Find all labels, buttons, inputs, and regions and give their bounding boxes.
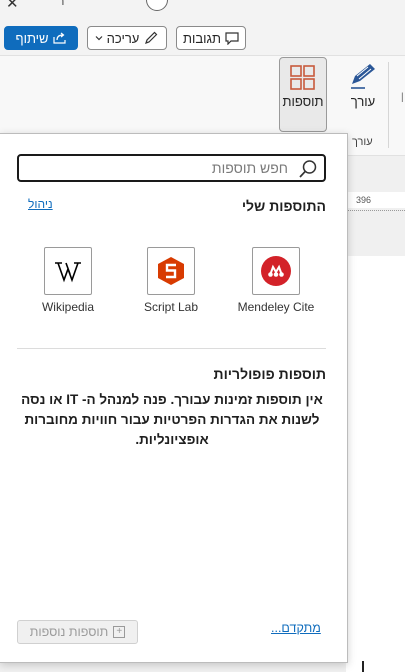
wikipedia-icon (55, 262, 81, 283)
search-placeholder: חפש תוספות (211, 160, 288, 176)
manage-addins-link[interactable]: ניהול (28, 197, 53, 211)
close-icon[interactable]: ✕ (6, 0, 19, 12)
addin-caption-wikipedia: Wikipedia (41, 300, 95, 314)
avatar[interactable] (146, 0, 168, 11)
share-label: שיתוף (15, 30, 49, 46)
addins-grid-icon (290, 65, 315, 90)
share-icon (52, 32, 66, 44)
title-bar: ✕ ר (0, 0, 405, 20)
more-addins-button[interactable]: + תוספות נוספות (17, 620, 138, 644)
search-icon (299, 160, 317, 178)
editor-button-label: עורך (350, 94, 376, 109)
ribbon-separator (388, 62, 389, 148)
ruler: 396 (346, 192, 405, 211)
addins-pane: חפש תוספות התוספות שלי ניהול Mendeley Ci… (0, 133, 348, 663)
addin-caption-script-lab: Script Lab (143, 300, 199, 314)
more-addins-label: תוספות נוספות (29, 625, 109, 639)
chevron-down-icon (95, 36, 103, 41)
text-cursor (362, 661, 364, 672)
share-button[interactable]: שיתוף (4, 26, 78, 50)
plus-icon: + (113, 626, 126, 638)
editing-mode-button[interactable]: עריכה (87, 26, 167, 50)
popular-addins-title: תוספות פופולריות (213, 366, 326, 382)
script-lab-icon (158, 257, 184, 285)
addin-tile-wikipedia[interactable] (44, 247, 92, 295)
my-addins-title: התוספות שלי (241, 198, 326, 214)
editing-mode-label: עריכה (106, 30, 140, 46)
ribbon-overflow-mark: | (401, 92, 404, 103)
addins-button[interactable]: תוספות (279, 57, 327, 132)
addins-search-input[interactable]: חפש תוספות (17, 154, 326, 182)
addin-tile-mendeley-cite[interactable] (252, 247, 300, 295)
ribbon-group-label: עורך (352, 136, 373, 148)
mendeley-icon (261, 256, 291, 286)
addins-button-label: תוספות (282, 94, 324, 109)
editor-pen-icon (351, 64, 375, 89)
addin-caption-mendeley-cite: Mendeley Cite (237, 300, 315, 314)
comments-button[interactable]: תגובות (176, 26, 246, 50)
no-addins-message: אין תוספות זמינות עבורך. פנה למנהל ה- IT… (21, 392, 323, 447)
comments-label: תגובות (183, 30, 221, 46)
comment-icon (225, 31, 239, 45)
partial-tab-icon: ר (58, 0, 65, 8)
pencil-icon (145, 31, 158, 44)
ruler-value: 396 (356, 195, 372, 205)
advanced-link[interactable]: מתקדם... (271, 621, 321, 635)
addin-tile-script-lab[interactable] (147, 247, 195, 295)
document-page[interactable] (346, 256, 405, 672)
command-bar: שיתוף עריכה תגובות (0, 20, 405, 56)
pane-divider (17, 348, 326, 349)
editor-button[interactable]: עורך (340, 58, 386, 132)
